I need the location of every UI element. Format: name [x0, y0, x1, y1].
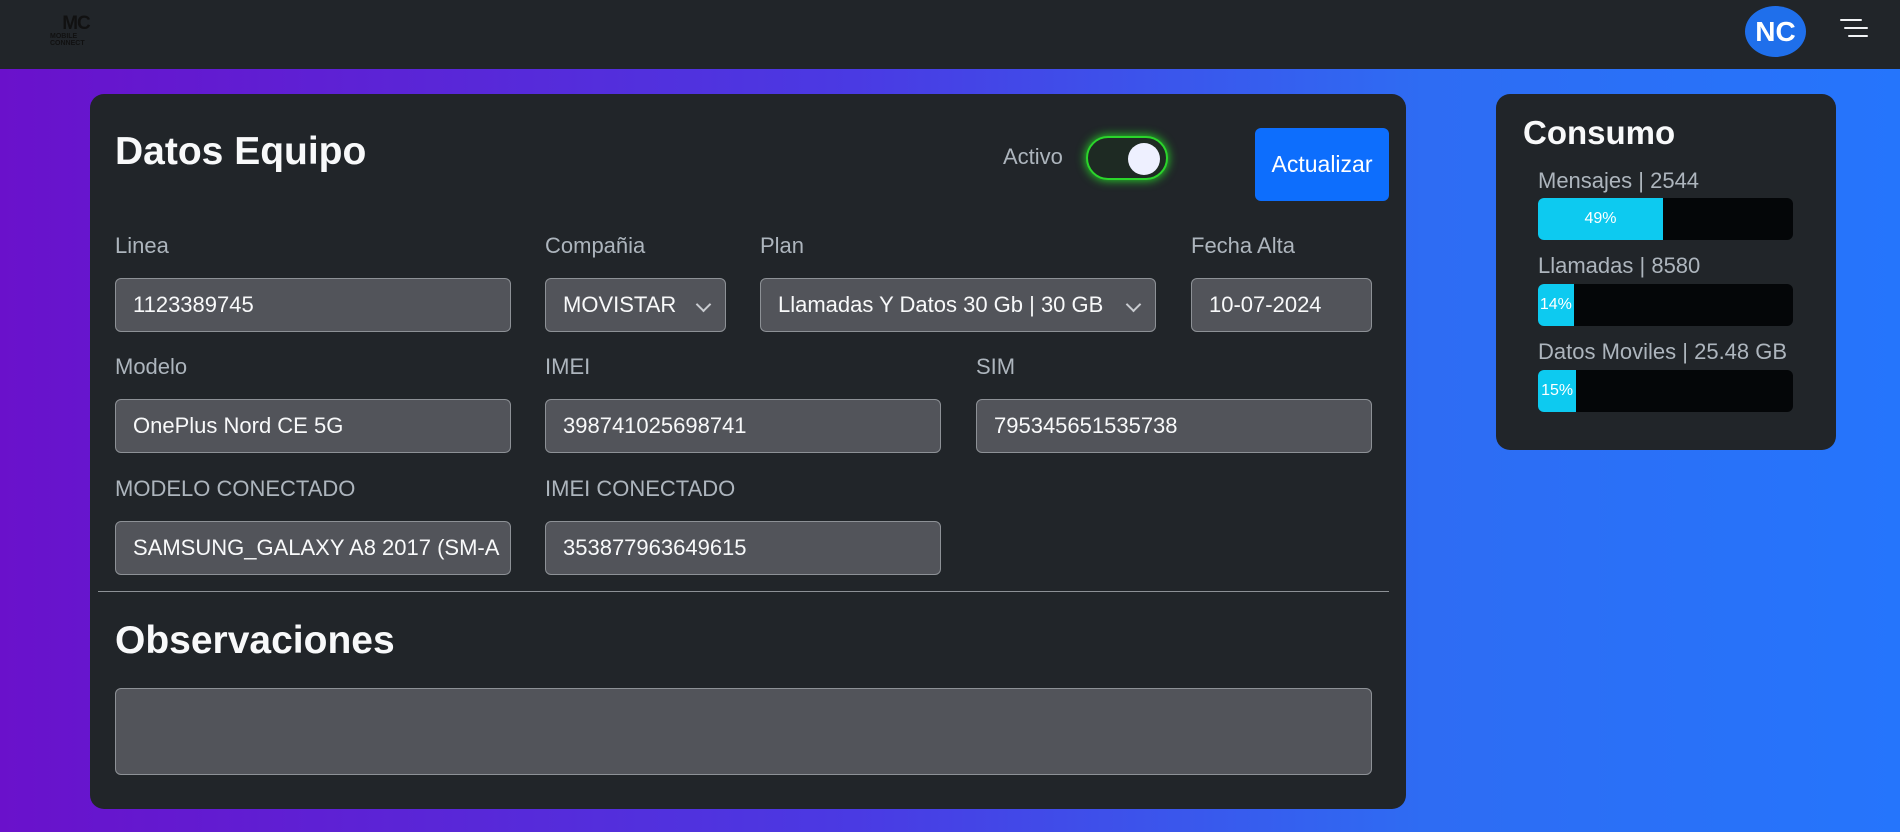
update-button[interactable]: Actualizar [1255, 128, 1389, 201]
datos-moviles-progress-bar: 15% [1538, 370, 1793, 412]
imei-label: IMEI [545, 354, 591, 379]
imei-conectado-label: IMEI CONECTADO [545, 476, 736, 501]
hamburger-icon[interactable] [1840, 18, 1868, 40]
llamadas-progress-bar: 14% [1538, 284, 1793, 326]
linea-input[interactable]: 1123389745 [115, 278, 511, 332]
plan-label: Plan [760, 233, 805, 258]
modelo-conectado-input[interactable]: SAMSUNG_GALAXY A8 2017 (SM-A [115, 521, 511, 575]
modelo-conectado-label: MODELO CONECTADO [115, 476, 356, 501]
imei-conectado-input[interactable]: 353877963649615 [545, 521, 941, 575]
toggle-knob [1128, 143, 1160, 175]
mensajes-progress-fill: 49% [1538, 198, 1663, 240]
logo-text: MC [62, 13, 91, 34]
imei-input[interactable]: 398741025698741 [545, 399, 941, 453]
compania-selected-value: MOVISTAR [563, 292, 677, 317]
observaciones-textarea[interactable] [115, 688, 1372, 775]
sim-label: SIM [976, 354, 1016, 379]
brand-logo[interactable]: MC MOBILE CONNECT [50, 12, 102, 50]
mensajes-label: Mensajes | 2544 [1538, 168, 1700, 193]
datos-equipo-card: Datos Equipo Activo Actualizar Linea 112… [90, 94, 1406, 809]
modelo-input[interactable]: OnePlus Nord CE 5G [115, 399, 511, 453]
plan-selected-value: Llamadas Y Datos 30 Gb | 30 GB [778, 292, 1104, 317]
observaciones-title: Observaciones [115, 619, 395, 662]
sim-input[interactable]: 795345651535738 [976, 399, 1372, 453]
modelo-label: Modelo [115, 354, 188, 379]
compania-label: Compañia [545, 233, 646, 258]
datos-moviles-progress-fill: 15% [1538, 370, 1577, 412]
section-divider [98, 591, 1389, 592]
mensajes-progress-bar: 49% [1538, 198, 1793, 240]
plan-select[interactable]: Llamadas Y Datos 30 Gb | 30 GB [760, 278, 1156, 332]
chevron-down-icon [1125, 296, 1142, 313]
linea-label: Linea [115, 233, 169, 258]
consumo-card: Consumo Mensajes | 2544 49% Llamadas | 8… [1496, 94, 1836, 450]
activo-toggle[interactable] [1086, 136, 1168, 180]
top-navbar: MC MOBILE CONNECT NC [0, 0, 1900, 69]
consumo-title: Consumo [1523, 114, 1676, 151]
chevron-down-icon [695, 296, 712, 313]
fecha-alta-label: Fecha Alta [1191, 233, 1295, 258]
compania-select[interactable]: MOVISTAR [545, 278, 726, 332]
card-title: Datos Equipo [115, 130, 367, 173]
logo-subtext: MOBILE CONNECT [50, 33, 85, 47]
user-avatar[interactable]: NC [1745, 6, 1806, 57]
datos-moviles-label: Datos Moviles | 25.48 GB [1538, 339, 1788, 364]
llamadas-progress-fill: 14% [1538, 284, 1574, 326]
activo-label: Activo [1003, 144, 1063, 169]
llamadas-label: Llamadas | 8580 [1538, 253, 1701, 278]
fecha-alta-input[interactable]: 10-07-2024 [1191, 278, 1372, 332]
